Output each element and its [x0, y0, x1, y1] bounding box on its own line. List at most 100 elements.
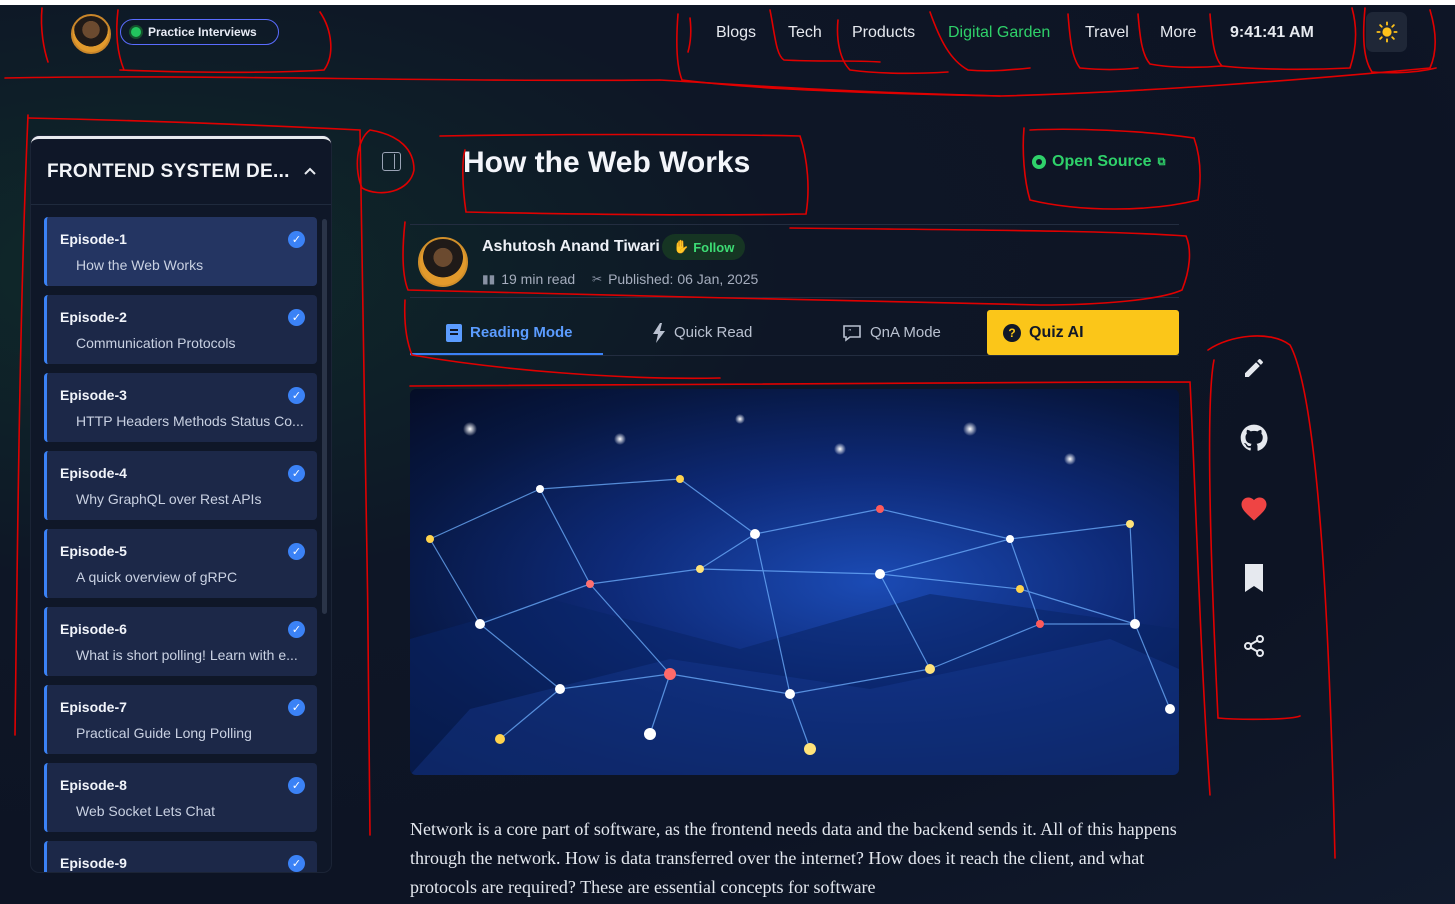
article-title: How the Web Works: [463, 146, 751, 179]
episode-item[interactable]: Episode-8 Web Socket Lets Chat ✓: [44, 763, 317, 832]
bookmark-button[interactable]: [1239, 563, 1269, 593]
check-circle-icon: ✓: [288, 777, 305, 794]
episode-item[interactable]: Episode-1 How the Web Works ✓: [44, 217, 317, 286]
github-button[interactable]: [1239, 423, 1269, 453]
check-circle-icon: ✓: [288, 231, 305, 248]
tab-label: Reading Mode: [470, 324, 573, 341]
chat-icon: ”: [843, 324, 861, 342]
episode-title: What is short polling! Learn with e...: [76, 647, 298, 663]
divider: [410, 355, 1179, 356]
edit-button[interactable]: [1239, 353, 1269, 383]
chevron-up-icon[interactable]: [303, 163, 317, 179]
episode-item[interactable]: Episode-9 ✓: [44, 841, 317, 872]
episode-title: Practical Guide Long Polling: [76, 725, 252, 741]
sun-icon: [1375, 21, 1398, 43]
article-hero-image: [410, 389, 1179, 775]
check-circle-icon: ✓: [288, 621, 305, 638]
theme-toggle-button[interactable]: [1366, 12, 1407, 52]
wave-icon: ✋: [673, 239, 690, 254]
divider: [410, 297, 1179, 298]
published-date: ✂ Published: 06 Jan, 2025: [592, 271, 758, 287]
external-link-icon: ⧉: [1157, 155, 1166, 168]
episode-number: Episode-3: [60, 387, 127, 403]
episode-title: Web Socket Lets Chat: [76, 803, 216, 819]
site-logo-avatar[interactable]: [71, 14, 111, 54]
nav-products[interactable]: Products: [852, 19, 915, 47]
episode-number: Episode-6: [60, 621, 127, 637]
series-title[interactable]: FRONTEND SYSTEM DE...: [47, 161, 297, 183]
check-circle-icon: ✓: [288, 543, 305, 560]
clock: 9:41:41 AM: [1230, 24, 1314, 41]
top-navbar: Practice Interviews Blogs Tech Products …: [0, 5, 1455, 63]
bookmark-icon: [1245, 564, 1263, 592]
episode-item[interactable]: Episode-4 Why GraphQL over Rest APIs ✓: [44, 451, 317, 520]
episode-item[interactable]: Episode-6 What is short polling! Learn w…: [44, 607, 317, 676]
episode-title: Why GraphQL over Rest APIs: [76, 491, 262, 507]
check-circle-icon: ✓: [288, 855, 305, 872]
github-icon: [1240, 424, 1268, 451]
episode-item[interactable]: Episode-7 Practical Guide Long Polling ✓: [44, 685, 317, 754]
publish-icon: ✂: [592, 272, 603, 286]
sidebar-divider: [31, 204, 331, 205]
tab-quick-read[interactable]: Quick Read: [652, 310, 752, 355]
open-source-icon: [1032, 155, 1046, 169]
episode-item[interactable]: Episode-5 A quick overview of gRPC ✓: [44, 529, 317, 598]
open-source-link[interactable]: Open Source ⧉: [1032, 153, 1165, 171]
series-sidebar: FRONTEND SYSTEM DE... Episode-1 How the …: [31, 136, 331, 872]
share-button[interactable]: [1239, 631, 1269, 661]
practice-interviews-button[interactable]: Practice Interviews: [120, 19, 279, 45]
follow-button[interactable]: ✋ Follow: [662, 234, 746, 260]
published-label: Published: 06 Jan, 2025: [608, 271, 759, 287]
read-time: ▮▮ 19 min read: [482, 271, 575, 287]
nav-travel[interactable]: Travel: [1085, 19, 1129, 47]
episode-title: HTTP Headers Methods Status Co...: [76, 413, 304, 429]
check-circle-icon: ✓: [288, 699, 305, 716]
like-button[interactable]: [1239, 493, 1269, 523]
heart-icon: [1241, 497, 1267, 521]
status-dot-icon: [131, 27, 141, 37]
episode-number: Episode-4: [60, 465, 127, 481]
episode-number: Episode-1: [60, 231, 127, 247]
episode-item[interactable]: Episode-2 Communication Protocols ✓: [44, 295, 317, 364]
open-source-label: Open Source: [1052, 153, 1152, 170]
article-body-paragraph: Network is a core part of software, as t…: [410, 819, 1177, 897]
check-circle-icon: ✓: [288, 465, 305, 482]
tab-label: QnA Mode: [870, 324, 941, 341]
author-name[interactable]: Ashutosh Anand Tiwari: [482, 238, 660, 256]
episode-number: Episode-5: [60, 543, 127, 559]
divider: [410, 224, 1179, 225]
episode-title: How the Web Works: [76, 257, 204, 273]
book-open-icon: ▮▮: [482, 272, 496, 286]
tab-label: Quiz AI: [1029, 323, 1084, 341]
practice-interviews-label: Practice Interviews: [148, 25, 257, 39]
episode-title: Communication Protocols: [76, 335, 236, 351]
tab-reading-mode[interactable]: Reading Mode: [446, 310, 573, 355]
sidebar-collapse-button[interactable]: [382, 152, 401, 171]
nav-blogs[interactable]: Blogs: [716, 19, 756, 47]
check-circle-icon: ✓: [288, 387, 305, 404]
episode-item[interactable]: Episode-3 HTTP Headers Methods Status Co…: [44, 373, 317, 442]
tab-qna-mode[interactable]: ” QnA Mode: [842, 310, 941, 355]
panel-toggle-icon: [393, 154, 395, 169]
author-avatar[interactable]: [418, 237, 468, 287]
nav-more[interactable]: More: [1160, 19, 1196, 47]
episode-title: A quick overview of gRPC: [76, 569, 238, 585]
sidebar-scrollbar[interactable]: [322, 219, 327, 614]
book-icon: [446, 323, 462, 342]
share-icon: [1244, 635, 1264, 657]
nav-tech[interactable]: Tech: [788, 19, 822, 47]
check-circle-icon: ✓: [288, 309, 305, 326]
tab-quiz-ai[interactable]: ? Quiz AI: [987, 310, 1179, 355]
read-time-label: 19 min read: [501, 271, 576, 287]
episode-list: Episode-1 How the Web Works ✓ Episode-2 …: [44, 217, 317, 872]
episode-number: Episode-8: [60, 777, 127, 793]
lightning-icon: [653, 322, 665, 343]
question-icon: ?: [1003, 323, 1021, 342]
pencil-icon: [1245, 358, 1263, 377]
episode-number: Episode-9: [60, 855, 127, 871]
follow-label: Follow: [693, 239, 735, 255]
nav-digital-garden[interactable]: Digital Garden: [948, 19, 1050, 47]
episode-number: Episode-7: [60, 699, 127, 715]
svg-text:”: ”: [848, 328, 852, 336]
tab-label: Quick Read: [674, 324, 753, 341]
